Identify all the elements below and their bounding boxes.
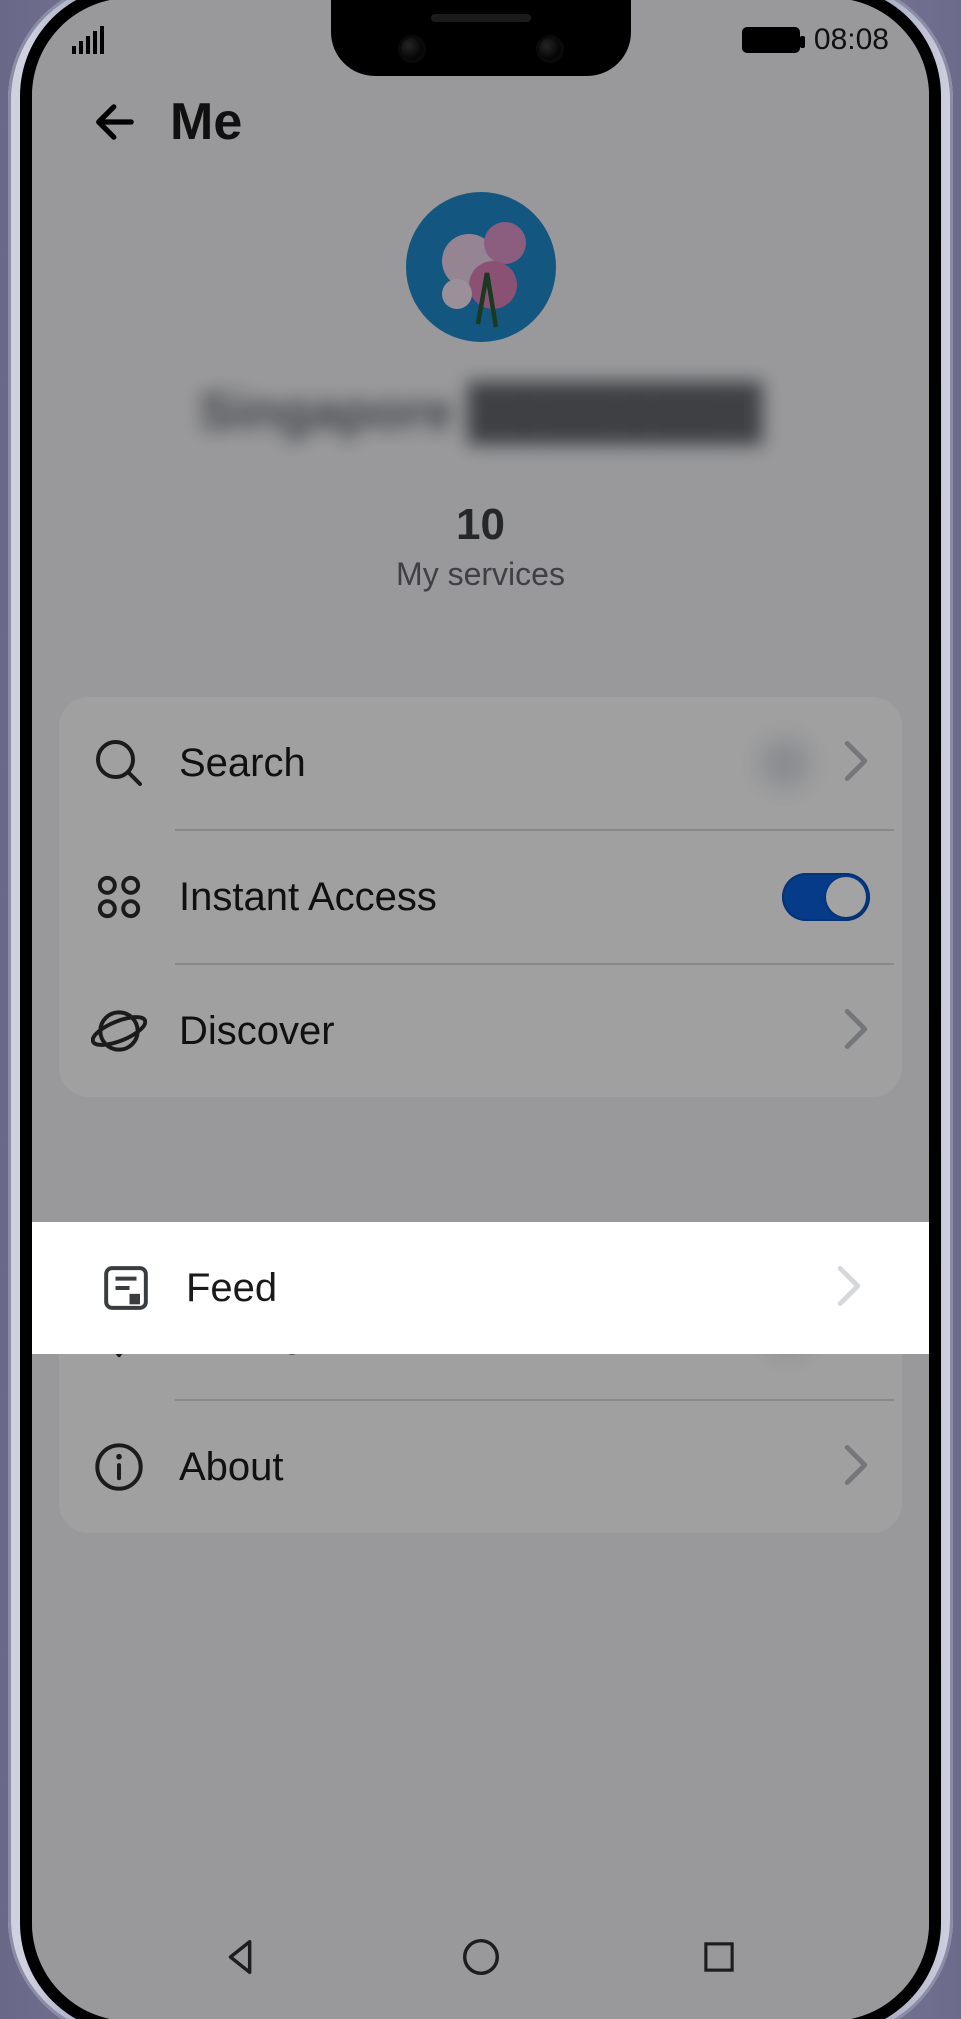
arrow-left-icon <box>90 96 142 148</box>
menu-item-discover[interactable]: Discover <box>67 965 894 1097</box>
nav-recent-button[interactable] <box>691 1929 747 1985</box>
battery-icon <box>742 27 800 53</box>
status-time: 08:08 <box>814 23 889 57</box>
menu-item-search[interactable]: Search <box>67 697 894 829</box>
page-title: Me <box>170 92 242 152</box>
search-icon <box>91 735 147 791</box>
signal-icon <box>72 26 104 54</box>
menu-item-label: Search <box>179 741 728 786</box>
menu-item-label: Instant Access <box>179 875 750 920</box>
nav-back-button[interactable] <box>214 1929 270 1985</box>
service-count[interactable]: 10 <box>72 500 889 550</box>
service-count-label: My services <box>72 556 889 593</box>
chevron-right-icon <box>842 739 870 788</box>
profile-section: Singapore ████████ 10 My services <box>32 162 929 653</box>
info-icon <box>91 1439 147 1495</box>
chevron-right-icon <box>842 1007 870 1056</box>
menu-item-label: Discover <box>179 1009 810 1054</box>
avatar[interactable] <box>406 192 556 342</box>
chevron-right-icon <box>842 1443 870 1492</box>
menu-item-about[interactable]: About <box>67 1401 894 1533</box>
feed-icon <box>98 1260 154 1316</box>
menu-card-1: Search Instant Access <box>59 697 902 1097</box>
instant-access-toggle[interactable] <box>782 873 870 921</box>
menu-item-label: About <box>179 1445 810 1490</box>
device-notch <box>331 0 631 76</box>
badge-blur <box>760 738 810 788</box>
user-display-name: Singapore ████████ <box>72 382 889 442</box>
system-nav-bar <box>32 1927 929 1987</box>
apps-icon <box>91 869 147 925</box>
nav-home-button[interactable] <box>453 1929 509 1985</box>
planet-icon <box>91 1003 147 1059</box>
menu-item-instant-access[interactable]: Instant Access <box>67 831 894 963</box>
menu-item-label: Feed <box>186 1266 803 1311</box>
back-button[interactable] <box>90 96 142 148</box>
menu-item-feed[interactable]: Feed <box>32 1222 929 1354</box>
chevron-right-icon <box>835 1264 863 1313</box>
